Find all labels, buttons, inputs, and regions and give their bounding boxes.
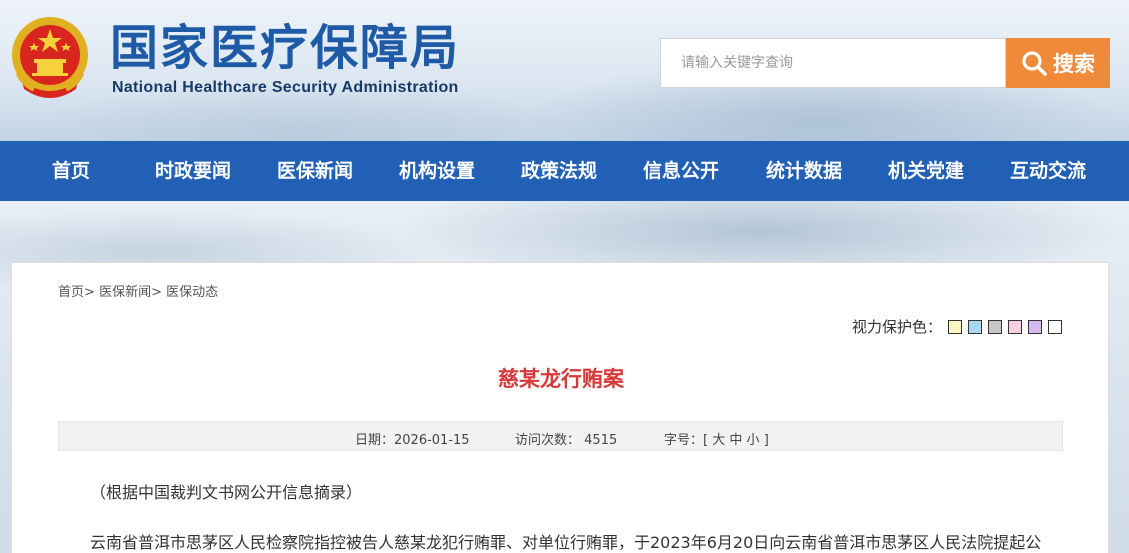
article-paragraph-body: 云南省普洱市思茅区人民检察院指控被告人慈某龙犯行贿罪、对单位行贿罪，于2023年…: [90, 533, 1042, 552]
font-size-control: 字号：[ 大 中 小 ]: [664, 433, 769, 448]
nav-item-organization[interactable]: 机构设置: [399, 141, 475, 201]
breadcrumb-healthcare-updates[interactable]: 医保动态: [166, 285, 218, 300]
article-meta-bar: 日期：2026-01-15 访问次数： 4515 字号：[ 大 中 小 ]: [58, 421, 1063, 451]
nav-item-healthcare-news[interactable]: 医保新闻: [277, 141, 353, 201]
swatch-purple[interactable]: [1028, 319, 1042, 334]
date-value: 2026-01-15: [394, 433, 470, 448]
site-title-en: National Healthcare Security Administrat…: [112, 79, 459, 96]
nav-item-policies[interactable]: 政策法规: [521, 141, 597, 201]
national-emblem-icon[interactable]: [10, 15, 90, 103]
site-header: 国家医疗保障局 National Healthcare Security Adm…: [0, 0, 1129, 141]
nav-item-statistics[interactable]: 统计数据: [766, 141, 842, 201]
font-size-large[interactable]: 大: [712, 433, 725, 448]
search-button-label: 搜索: [1053, 52, 1095, 76]
eye-protection-label: 视力保护色：: [851, 318, 942, 336]
breadcrumb-separator: >: [151, 285, 162, 300]
main-nav: 首页 时政要闻 医保新闻 机构设置 政策法规 信息公开 统计数据 机关党建 互动…: [0, 141, 1129, 201]
nav-item-current-affairs[interactable]: 时政要闻: [155, 141, 231, 201]
swatch-white[interactable]: [1048, 319, 1062, 334]
article-title: 慈某龙行贿案: [498, 367, 624, 391]
nav-item-home[interactable]: 首页: [52, 141, 90, 201]
nav-item-party-building[interactable]: 机关党建: [888, 141, 964, 201]
breadcrumb-separator: >: [84, 285, 95, 300]
article-panel: 首页> 医保新闻> 医保动态 视力保护色： 慈某龙行贿案 日期：2026-01-…: [11, 262, 1109, 553]
nav-item-info-disclosure[interactable]: 信息公开: [643, 141, 719, 201]
breadcrumb-home[interactable]: 首页: [58, 285, 84, 300]
swatch-gray[interactable]: [988, 319, 1002, 334]
article-paragraph-source: （根据中国裁判文书网公开信息摘录）: [90, 483, 363, 502]
font-size-small[interactable]: 小: [747, 433, 760, 448]
views-value: 4515: [584, 433, 618, 448]
search-icon: [1022, 51, 1047, 76]
font-size-medium[interactable]: 中: [729, 433, 742, 448]
views-label: 访问次数： 4515: [515, 433, 618, 448]
breadcrumb-healthcare-news[interactable]: 医保新闻: [99, 285, 151, 300]
site-title-cn: 国家医疗保障局: [110, 20, 461, 76]
nav-item-interaction[interactable]: 互动交流: [1010, 141, 1086, 201]
eye-protection-colors: 视力保护色：: [852, 316, 1062, 337]
swatch-pink[interactable]: [1008, 319, 1022, 334]
search-button[interactable]: 搜索: [1006, 38, 1110, 88]
search-input[interactable]: [660, 38, 1006, 88]
date-label: 日期：2026-01-15: [355, 433, 470, 448]
swatch-blue[interactable]: [968, 319, 982, 334]
breadcrumb: 首页> 医保新闻> 医保动态: [58, 281, 218, 300]
swatch-yellow[interactable]: [948, 319, 962, 334]
